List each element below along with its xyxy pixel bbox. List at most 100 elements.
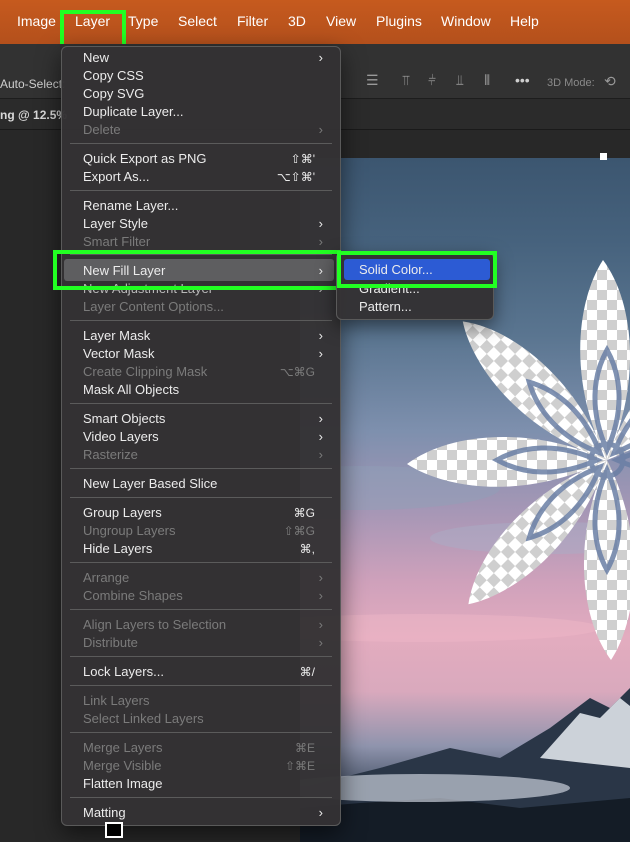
shortcut: ⇧⌘' [290,152,315,166]
menu-item-ungroup-layers: Ungroup Layers ⇧⌘G [83,523,315,538]
3d-mode-label: 3D Mode: [547,77,595,89]
menu-item-merge-layers: Merge Layers ⌘E [83,740,315,755]
menu-item-lock-layers[interactable]: Lock Layers... ⌘/ [83,663,335,681]
more-options-icon[interactable]: ••• [515,72,530,88]
chevron-right-icon: › [318,411,323,426]
menu-plugins[interactable]: Plugins [376,13,422,29]
menu-item-duplicate-layer[interactable]: Duplicate Layer... [83,103,335,121]
menu-item-quick-export-png[interactable]: Quick Export as PNG ⇧⌘' [83,150,335,168]
menu-separator [70,685,332,686]
menu-separator [70,656,332,657]
shortcut: ⌘E [294,741,315,755]
menu-item-video-layers[interactable]: Video Layers › [83,428,335,446]
menu-item-layer-mask[interactable]: Layer Mask › [83,327,335,345]
menu-separator [70,190,332,191]
chevron-right-icon: › [318,281,323,296]
submenu-item-pattern[interactable]: Pattern... [359,298,412,316]
menu-3d[interactable]: 3D [288,13,306,29]
menu-item-new-adjustment-layer[interactable]: New Adjustment Layer › [83,280,335,298]
transform-handle[interactable] [600,153,607,160]
menu-item-hide-layers[interactable]: Hide Layers ⌘, [83,540,335,558]
align-top-icon[interactable]: ⫪ [402,72,410,89]
chevron-right-icon: › [318,234,323,249]
menu-window[interactable]: Window [441,13,491,29]
menu-item-select-linked-layers: Select Linked Layers [83,711,204,726]
menu-item-matting[interactable]: Matting › [83,804,335,822]
menu-separator [70,254,332,255]
menu-item-copy-svg[interactable]: Copy SVG [83,85,335,103]
menu-item-new[interactable]: New › [83,49,335,67]
menu-item-layer-style[interactable]: Layer Style › [83,215,335,233]
flower-shape [407,260,630,660]
chevron-right-icon: › [318,617,323,632]
chevron-right-icon: › [318,805,323,820]
menu-item-layer-content-options: Layer Content Options... [83,299,224,314]
menu-item-vector-mask[interactable]: Vector Mask › [83,345,335,363]
menu-item-smart-filter: Smart Filter › [83,234,323,249]
menu-item-arrange: Arrange › [83,570,323,585]
chevron-right-icon: › [318,346,323,361]
shortcut: ⇧⌘G [283,524,315,538]
menu-item-merge-visible: Merge Visible ⇧⌘E [83,758,315,773]
shortcut: ⌥⌘G [279,365,315,379]
chevron-right-icon: › [318,263,323,278]
submenu-item-gradient[interactable]: Gradient... [359,280,420,298]
menu-separator [70,468,332,469]
menu-separator [70,609,332,610]
menu-separator [70,320,332,321]
menu-item-mask-all-objects[interactable]: Mask All Objects [83,381,335,399]
chevron-right-icon: › [318,447,323,462]
menu-view[interactable]: View [326,13,356,29]
menu-item-create-clipping-mask: Create Clipping Mask ⌥⌘G [83,364,315,379]
menu-select[interactable]: Select [178,13,217,29]
shortcut: ⌘G [293,506,315,520]
chevron-right-icon: › [318,429,323,444]
align-middle-icon[interactable]: ⫩ [428,72,436,89]
menu-type[interactable]: Type [128,13,158,29]
menu-image[interactable]: Image [17,13,56,29]
menu-bar: Image Layer Type Select Filter 3D View P… [0,0,630,44]
menu-item-rasterize: Rasterize › [83,447,323,462]
menu-separator [70,497,332,498]
menu-separator [70,143,332,144]
shortcut: ⌥⇧⌘' [276,170,315,184]
shortcut: ⇧⌘E [284,759,315,773]
shortcut: ⌘/ [299,665,315,679]
menu-item-rename-layer[interactable]: Rename Layer... [83,197,335,215]
menu-help[interactable]: Help [510,13,539,29]
chevron-right-icon: › [318,635,323,650]
chevron-right-icon: › [318,122,323,137]
menu-layer[interactable]: Layer [75,13,110,29]
foreground-color-swatch[interactable] [105,822,123,838]
menu-item-smart-objects[interactable]: Smart Objects › [83,410,335,428]
menu-separator [70,797,332,798]
menu-item-flatten-image[interactable]: Flatten Image [83,775,335,793]
menu-item-align-layers-to-selection: Align Layers to Selection › [83,617,323,632]
chevron-right-icon: › [318,588,323,603]
menu-item-copy-css[interactable]: Copy CSS [83,67,335,85]
auto-select-label[interactable]: Auto-Select: [0,77,65,91]
align-center-icon[interactable]: ☰ [366,72,379,89]
menu-item-new-fill-layer[interactable]: New Fill Layer › [83,262,335,280]
distribute-icon[interactable]: ⦀ [484,72,490,89]
menu-separator [70,562,332,563]
chevron-right-icon: › [318,216,323,231]
document-tab[interactable]: ng @ 12.5% [0,108,67,122]
3d-orbit-icon[interactable]: ⟲ [604,73,616,90]
menu-item-delete: Delete › [83,122,323,137]
chevron-right-icon: › [318,50,323,65]
align-bottom-icon[interactable]: ⫫ [456,72,464,89]
menu-item-export-as[interactable]: Export As... ⌥⇧⌘' [83,168,335,186]
menu-item-link-layers: Link Layers [83,693,150,708]
shortcut: ⌘, [299,542,315,556]
menu-item-combine-shapes: Combine Shapes › [83,588,323,603]
menu-item-group-layers[interactable]: Group Layers ⌘G [83,504,335,522]
menu-filter[interactable]: Filter [237,13,268,29]
menu-item-new-layer-based-slice[interactable]: New Layer Based Slice [83,475,335,493]
menu-separator [70,732,332,733]
menu-item-distribute: Distribute › [83,635,323,650]
menu-separator [70,403,332,404]
chevron-right-icon: › [318,328,323,343]
submenu-item-solid-color[interactable]: Solid Color... [359,261,433,279]
chevron-right-icon: › [318,570,323,585]
